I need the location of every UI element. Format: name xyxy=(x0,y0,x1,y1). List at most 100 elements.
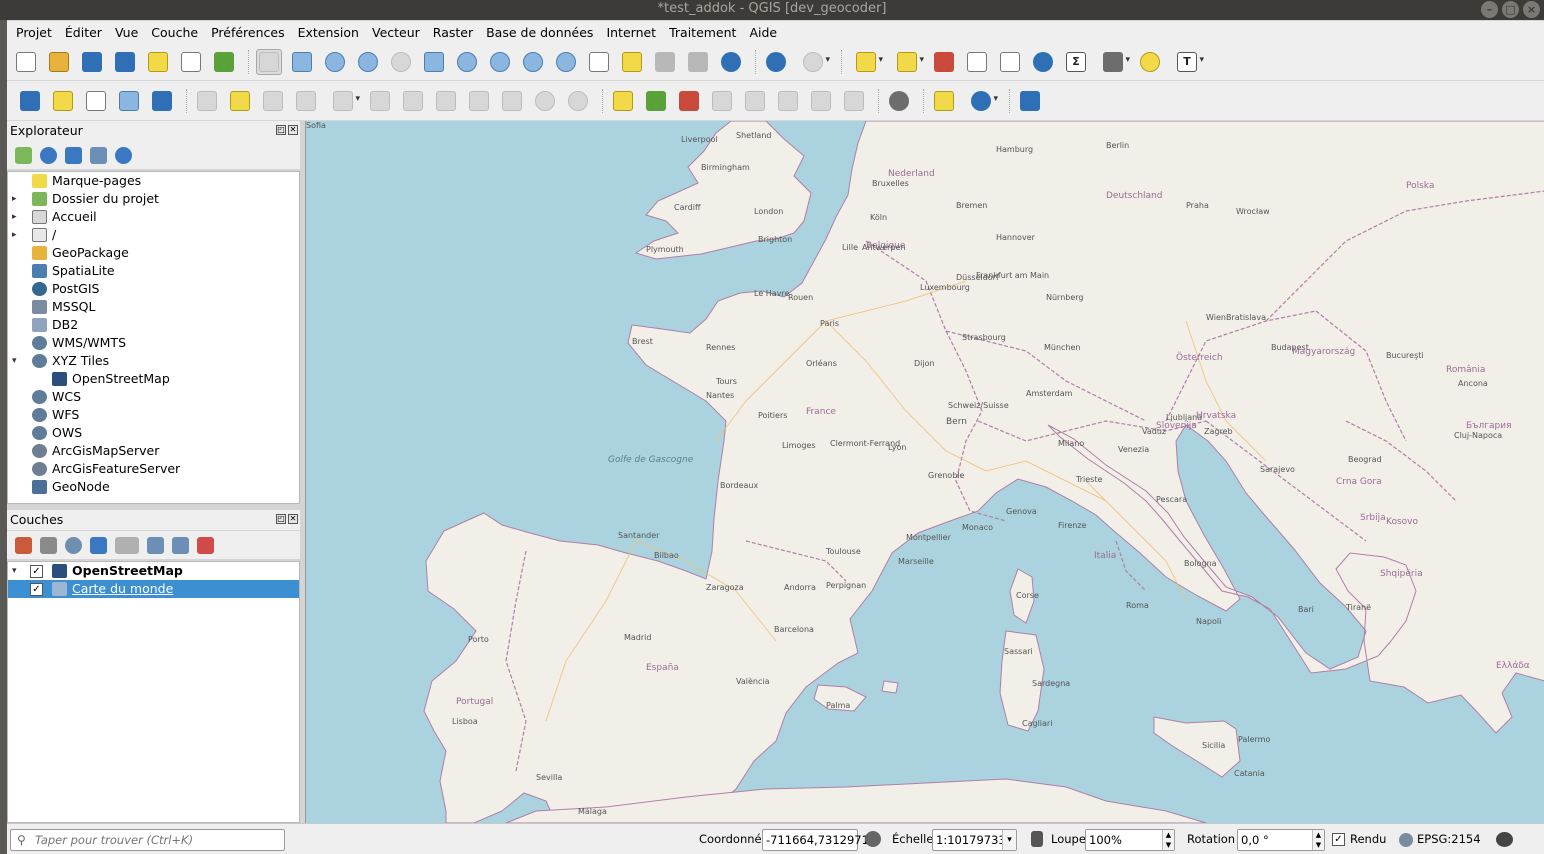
pan-to-selection-button[interactable] xyxy=(289,49,315,75)
expand-arrow-icon[interactable]: ▸ xyxy=(12,226,22,244)
delete-selected-button[interactable] xyxy=(400,88,426,114)
geocoder-plugin-button[interactable] xyxy=(886,88,912,114)
layers-float-button[interactable]: ◰ xyxy=(276,514,286,524)
explorer-item-arcgismapserver[interactable]: ArcGisMapServer xyxy=(8,442,299,460)
rotate-label-button[interactable] xyxy=(808,88,834,114)
menu-traitement[interactable]: Traitement xyxy=(669,25,736,40)
menu-internet[interactable]: Internet xyxy=(606,25,656,40)
info-icon[interactable] xyxy=(115,146,132,164)
help-button[interactable] xyxy=(1017,88,1043,114)
map-tips-button[interactable] xyxy=(1137,49,1163,75)
toggle-extents-icon[interactable] xyxy=(865,831,881,847)
explorer-item-wfs[interactable]: WFS xyxy=(8,406,299,424)
statistics-button[interactable]: Σ xyxy=(1063,49,1089,75)
new-layout-button[interactable] xyxy=(145,49,171,75)
explorer-item-ows[interactable]: OWS xyxy=(8,424,299,442)
toggle-editing-button[interactable] xyxy=(227,88,253,114)
add-group-icon[interactable] xyxy=(40,536,57,554)
new-geopackage-button[interactable] xyxy=(50,88,76,114)
zoom-in-button[interactable] xyxy=(322,49,348,75)
layer-diagram-button[interactable] xyxy=(643,88,669,114)
chevron-down-icon[interactable]: ▾ xyxy=(1002,830,1016,850)
show-bookmarks-button[interactable] xyxy=(685,49,711,75)
explorer-item-wms-wmts[interactable]: WMS/WMTS xyxy=(8,334,299,352)
show-hide-labels-button[interactable] xyxy=(742,88,768,114)
new-project-button[interactable] xyxy=(13,49,39,75)
refresh-icon[interactable] xyxy=(40,146,57,164)
explorer-item-geonode[interactable]: GeoNode xyxy=(8,478,299,496)
layout-manager-button[interactable] xyxy=(178,49,204,75)
locator-search-box[interactable]: ⚲ xyxy=(10,829,285,851)
plugin-reloader-button[interactable] xyxy=(964,88,998,114)
menu-editer[interactable]: Éditer xyxy=(65,25,102,40)
explorer-item-[interactable]: ▸ / xyxy=(8,226,299,244)
lock-icon[interactable] xyxy=(1031,831,1043,847)
explorer-item-postgis[interactable]: PostGIS xyxy=(8,280,299,298)
identify-features-button[interactable] xyxy=(763,49,789,75)
menu-extension[interactable]: Extension xyxy=(298,25,359,40)
menu-preferences[interactable]: Préférences xyxy=(211,25,285,40)
zoom-next-button[interactable] xyxy=(553,49,579,75)
text-annotation-button[interactable]: T xyxy=(1170,49,1204,75)
explorer-item-mssql[interactable]: MSSQL xyxy=(8,298,299,316)
new-bookmark-button[interactable] xyxy=(652,49,678,75)
menu-aide[interactable]: Aide xyxy=(749,25,777,40)
layer-styling-icon[interactable] xyxy=(15,536,32,554)
close-button[interactable]: × xyxy=(1523,1,1540,18)
spin-arrows-icon[interactable]: ▲ ▼ xyxy=(1162,830,1174,850)
layer-visibility-checkbox[interactable]: ✓ xyxy=(30,583,43,596)
minimize-button[interactable]: – xyxy=(1481,1,1498,18)
zoom-native-button[interactable] xyxy=(388,49,414,75)
style-manager-button[interactable] xyxy=(211,49,237,75)
render-checkbox[interactable]: ✓ xyxy=(1332,833,1345,846)
menu-vecteur[interactable]: Vecteur xyxy=(372,25,420,40)
rotation-spinbox[interactable]: 0,0 ° ▲ ▼ xyxy=(1237,829,1325,851)
filter-legend-icon[interactable] xyxy=(90,536,107,554)
collapse-all-icon[interactable] xyxy=(90,146,107,164)
explorer-item-wcs[interactable]: WCS xyxy=(8,388,299,406)
locator-search-input[interactable] xyxy=(35,832,275,848)
pin-labels-button[interactable] xyxy=(709,88,735,114)
zoom-to-selection-button[interactable] xyxy=(454,49,480,75)
maximize-button[interactable]: □ xyxy=(1502,1,1519,18)
menu-base-de-donnees[interactable]: Base de données xyxy=(486,25,593,40)
save-as-button[interactable] xyxy=(112,49,138,75)
map-canvas[interactable]: Shetland Liverpool Birmingham Cardiff London… xyxy=(305,121,1544,823)
expand-arrow-icon[interactable]: ▸ xyxy=(12,208,22,226)
coordinate-field[interactable]: -711664,7312971 xyxy=(762,829,869,851)
processing-toolbox-button[interactable] xyxy=(1030,49,1056,75)
select-by-value-button[interactable] xyxy=(890,49,924,75)
data-source-manager-button[interactable] xyxy=(17,88,43,114)
current-edits-button[interactable] xyxy=(194,88,220,114)
scale-combobox[interactable]: 1:10179733 ▾ xyxy=(932,829,1017,851)
save-edits-button[interactable] xyxy=(260,88,286,114)
move-label-button[interactable] xyxy=(775,88,801,114)
filter-icon[interactable] xyxy=(65,146,82,164)
crs-button[interactable]: EPSG:2154 xyxy=(1417,832,1481,846)
expand-all-icon[interactable] xyxy=(147,536,164,554)
paste-features-button[interactable] xyxy=(499,88,525,114)
save-project-button[interactable] xyxy=(79,49,105,75)
explorer-item-spatialite[interactable]: SpatiaLite xyxy=(8,262,299,280)
explorer-item-marque-pages[interactable]: Marque-pages xyxy=(8,172,299,190)
add-selected-layers-icon[interactable] xyxy=(15,146,32,164)
expand-arrow-icon[interactable]: ▾ xyxy=(12,352,22,370)
change-label-button[interactable] xyxy=(841,88,867,114)
layer-item-carte-du-monde[interactable]: ✓ Carte du monde xyxy=(8,580,299,598)
select-features-button[interactable] xyxy=(849,49,883,75)
magnifier-spinbox[interactable]: 100% ▲ ▼ xyxy=(1085,829,1175,851)
remove-layer-icon[interactable] xyxy=(197,536,214,554)
new-temp-layer-button[interactable] xyxy=(149,88,175,114)
explorer-item-geopackage[interactable]: GeoPackage xyxy=(8,244,299,262)
expand-arrow-icon[interactable]: ▾ xyxy=(12,562,22,580)
zoom-out-button[interactable] xyxy=(355,49,381,75)
layers-close-button[interactable]: ✕ xyxy=(288,514,298,524)
layer-visibility-checkbox[interactable]: ✓ xyxy=(30,565,43,578)
explorer-item-db2[interactable]: DB2 xyxy=(8,316,299,334)
spin-arrows-icon[interactable]: ▲ ▼ xyxy=(1312,830,1324,850)
python-console-button[interactable] xyxy=(931,88,957,114)
copy-features-button[interactable] xyxy=(466,88,492,114)
new-shapefile-button[interactable] xyxy=(83,88,109,114)
redo-button[interactable] xyxy=(565,88,591,114)
zoom-last-button[interactable] xyxy=(520,49,546,75)
